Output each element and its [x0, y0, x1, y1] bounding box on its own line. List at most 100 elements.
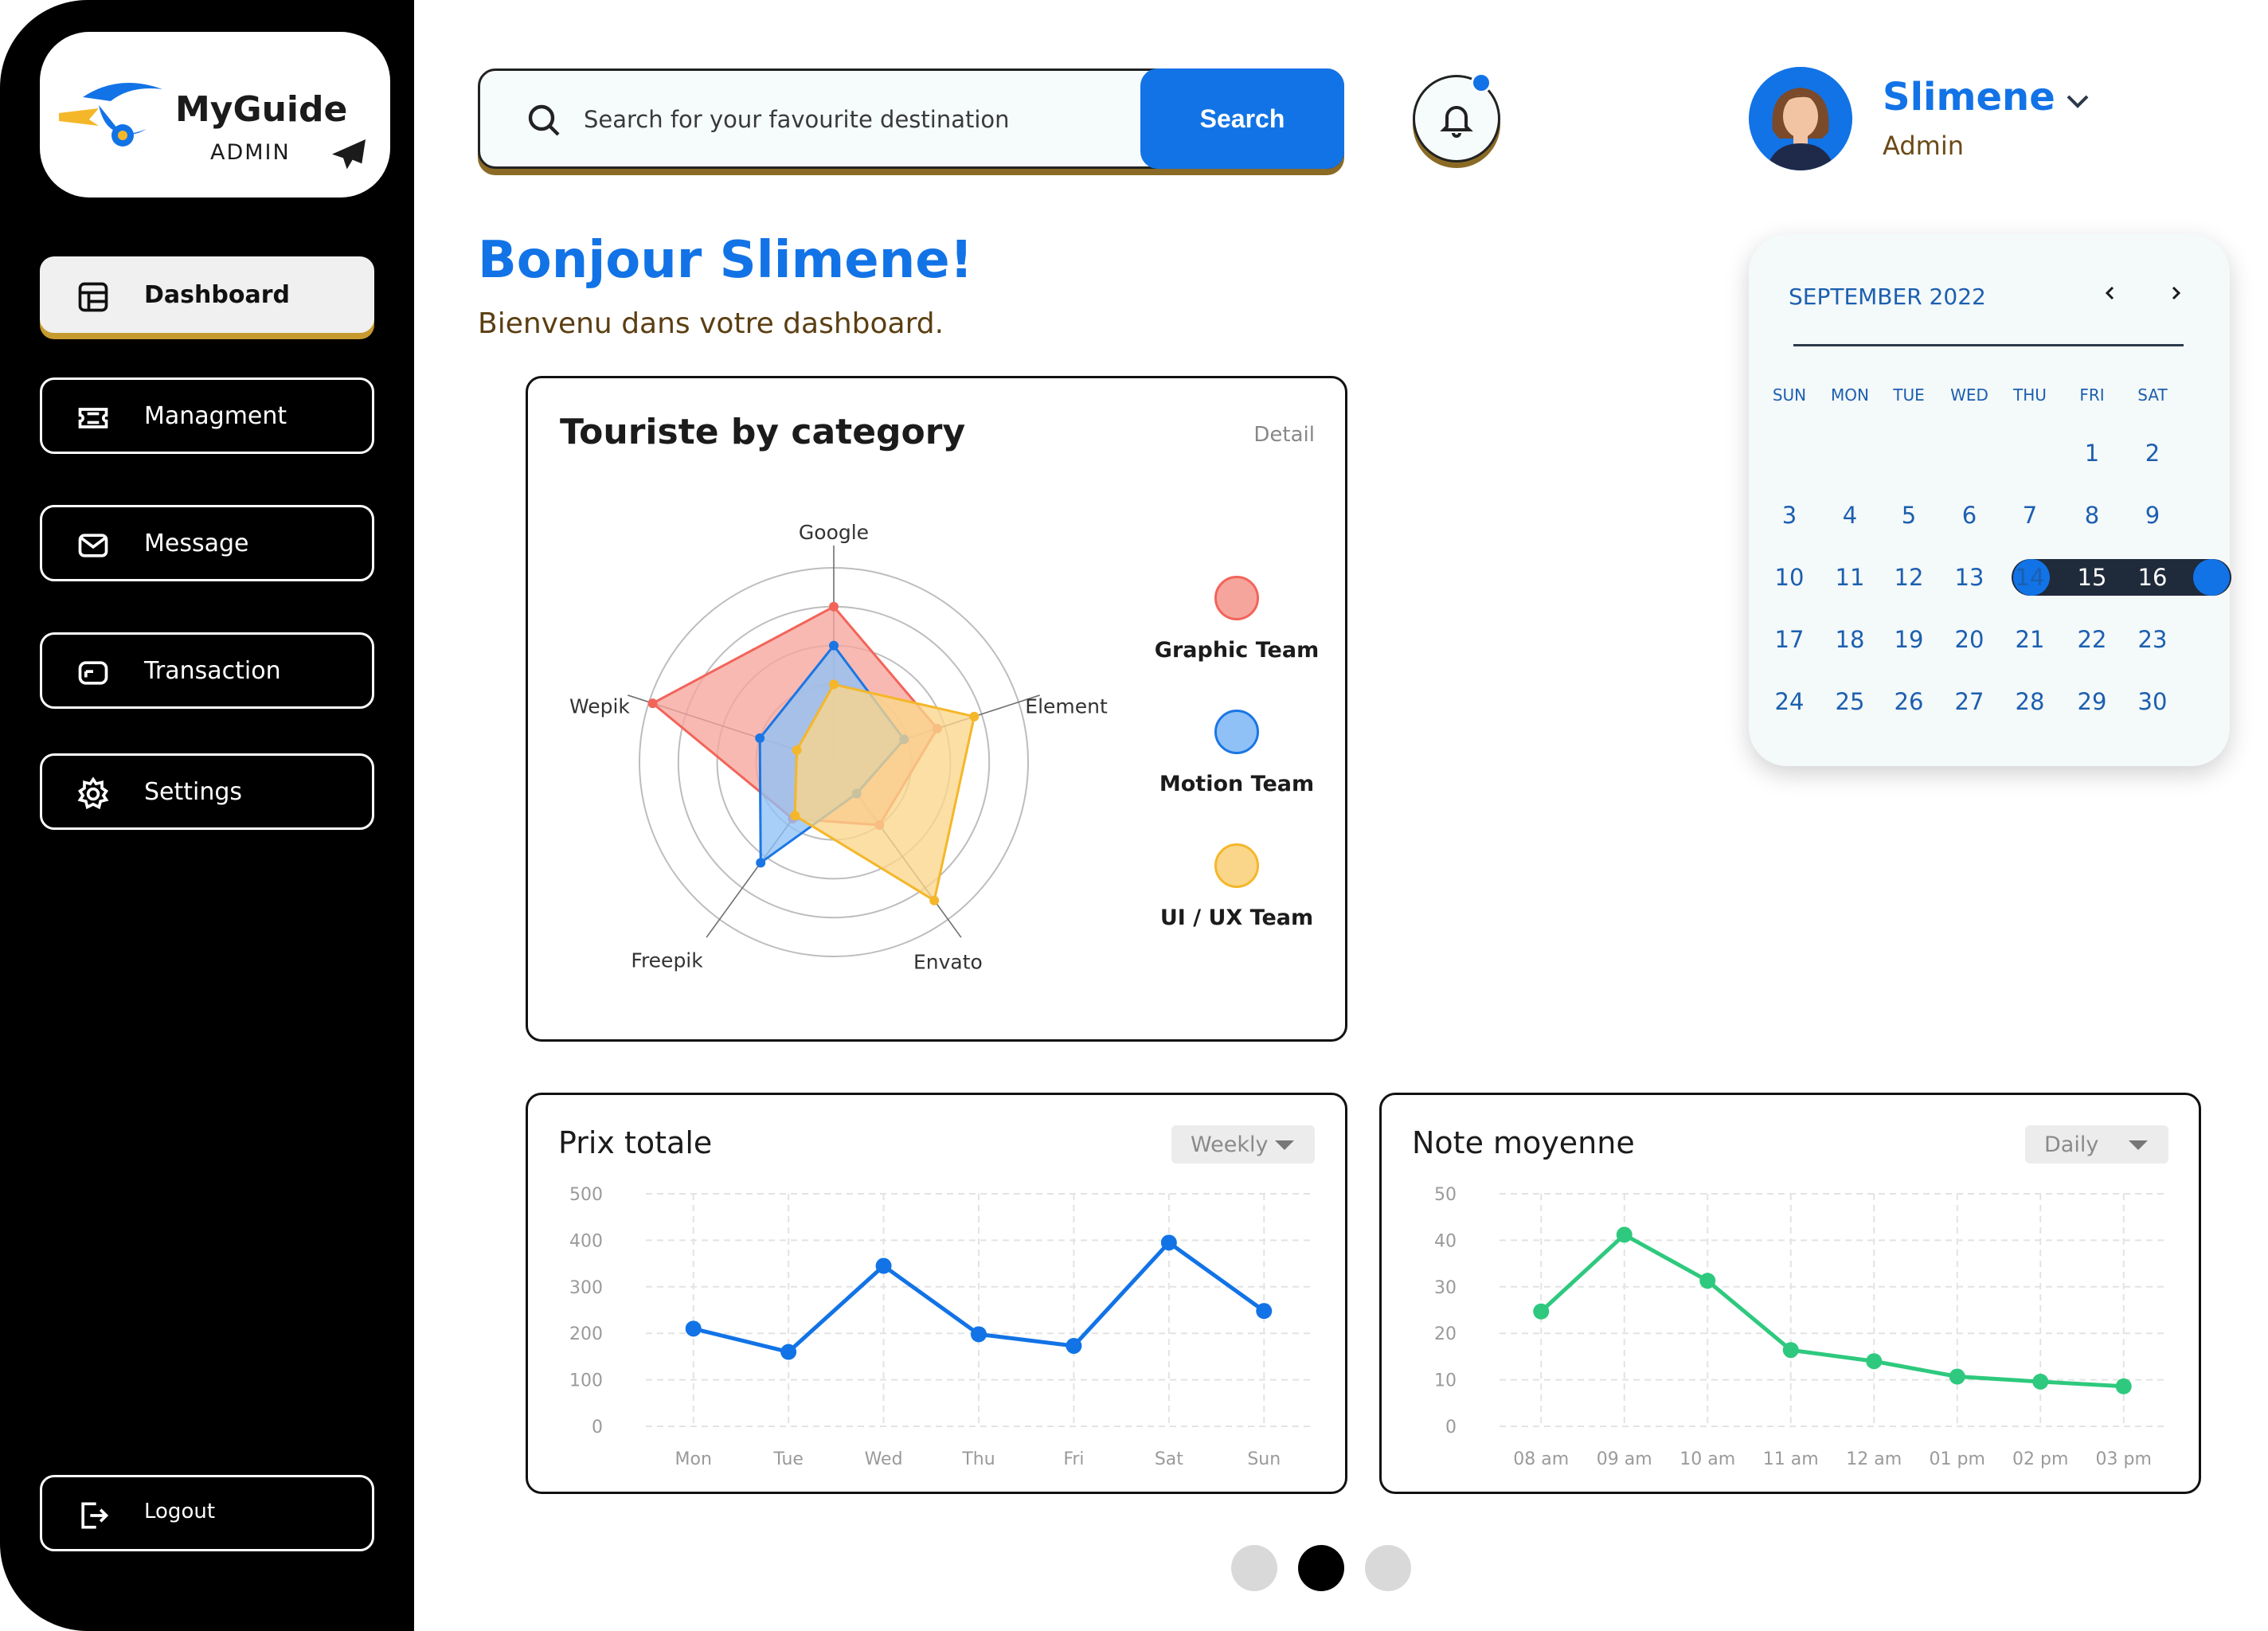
series-line [1539, 1232, 2124, 1389]
radar-point [756, 858, 766, 868]
radar-point [829, 640, 839, 651]
pagination-dot[interactable] [1231, 1545, 1277, 1591]
calendar-day[interactable]: 16 [2125, 564, 2180, 591]
radar-point [969, 711, 980, 722]
radar-point [929, 895, 940, 905]
calendar-day[interactable]: 13 [1941, 564, 1997, 591]
calendar-weekday: THU [2013, 385, 2047, 405]
search-input[interactable] [584, 98, 1093, 141]
chevron-right-icon[interactable] [2164, 282, 2187, 304]
chevron-down-icon[interactable] [2064, 92, 2091, 110]
y-tick-label: 300 [569, 1278, 603, 1298]
legend-label: UI / UX Team [1159, 905, 1314, 930]
calendar-day[interactable]: 22 [2064, 626, 2120, 653]
search-bar: Search [478, 68, 1344, 169]
calendar-day[interactable]: 29 [2064, 688, 2120, 715]
calendar-weekday: SUN [1772, 385, 1807, 405]
detail-link[interactable]: Detail [1253, 423, 1315, 447]
y-tick-label: 500 [569, 1185, 603, 1205]
calendar-day[interactable]: 12 [1881, 564, 1937, 591]
calendar-day[interactable]: 17 [1762, 626, 1817, 653]
mail-icon [78, 534, 108, 557]
price-line-chart: 0 100 200 300 400 500 Mon Tue Wed Thu Fri Sat Sun [569, 1185, 1312, 1469]
radar-category-label: Google [799, 521, 869, 544]
airplane-icon [332, 139, 366, 170]
calendar-widget: SEPTEMBER 2022 SUN MON TUE WED THU FRI SAT 1 2 3 4… [1749, 234, 2231, 766]
calendar-day[interactable]: 2 [2125, 440, 2180, 467]
calendar-day[interactable]: 18 [1822, 626, 1878, 653]
calendar-day[interactable]: 25 [1822, 688, 1878, 715]
page-title: Bonjour Slimene! [478, 231, 973, 290]
calendar-day[interactable]: 15 [2064, 564, 2120, 591]
data-point [1066, 1337, 1082, 1354]
calendar-day[interactable]: 3 [1762, 502, 1817, 529]
x-tick-label: 12 am [1846, 1449, 1902, 1469]
user-name[interactable]: Slimene [1883, 75, 2055, 119]
sidebar-item-transaction[interactable]: Transaction [40, 632, 374, 709]
data-point [2115, 1378, 2132, 1394]
calendar-day[interactable]: 21 [2002, 626, 2058, 653]
page-subtitle: Bienvenu dans votre dashboard. [478, 307, 944, 340]
data-point [1533, 1303, 1550, 1320]
calendar-day[interactable]: 7 [2002, 502, 2058, 529]
x-tick-label: 03 pm [2096, 1449, 2152, 1469]
price-chart-card: Prix totale Weekly 0 100 200 300 400 500 Mon Tu… [526, 1093, 1347, 1494]
y-tick-label: 10 [1434, 1371, 1457, 1391]
calendar-day[interactable]: 8 [2064, 502, 2120, 529]
avatar[interactable] [1749, 67, 1852, 170]
logout-button[interactable]: Logout [40, 1475, 374, 1551]
pagination-dot[interactable] [1298, 1545, 1344, 1591]
x-tick-label: Sat [1155, 1449, 1183, 1469]
y-tick-label: 40 [1434, 1231, 1457, 1251]
brand-name: MyGuide [175, 89, 348, 130]
x-tick-label: 11 am [1763, 1449, 1819, 1469]
calendar-day[interactable]: 28 [2002, 688, 2058, 715]
calendar-day[interactable]: 14 [2002, 564, 2058, 591]
user-portrait-icon [1749, 67, 1852, 170]
radar-point [647, 698, 658, 709]
calendar-day[interactable]: 20 [1941, 626, 1997, 653]
pagination-dot[interactable] [1365, 1545, 1411, 1591]
calendar-day[interactable]: 9 [2125, 502, 2180, 529]
calendar-day[interactable]: 1 [2064, 440, 2120, 467]
sidebar-item-label: Settings [144, 778, 243, 806]
calendar-month-label: SEPTEMBER 2022 [1789, 284, 1986, 310]
calendar-day[interactable]: 23 [2125, 626, 2180, 653]
sidebar-item-settings[interactable]: Settings [40, 753, 374, 830]
sidebar-item-label: Dashboard [144, 281, 290, 309]
legend-swatch [1214, 710, 1259, 754]
search-button[interactable]: Search [1140, 68, 1344, 169]
calendar-day[interactable]: 30 [2125, 688, 2180, 715]
calendar-day[interactable]: 6 [1941, 502, 1997, 529]
data-point [1782, 1342, 1799, 1359]
calendar-day[interactable]: 10 [1762, 564, 1817, 591]
calendar-weekday: MON [1831, 385, 1869, 405]
sidebar-item-label: Managment [144, 402, 287, 430]
radar-point [829, 601, 839, 612]
radar-chart-card: Touriste by category Detail Google Elemen… [526, 376, 1347, 1042]
calendar-day[interactable]: 26 [1881, 688, 1937, 715]
chevron-left-icon[interactable] [2099, 282, 2121, 304]
calendar-day[interactable]: 4 [1822, 502, 1878, 529]
radar-chart: Google Element Envato Freepik Wepik [569, 521, 1108, 973]
brand-subtitle: ADMIN [210, 140, 291, 165]
legend-item-graphic-team: Graphic Team [1141, 576, 1332, 663]
data-point [1866, 1353, 1883, 1370]
card-icon [78, 661, 108, 685]
y-tick-label: 50 [1434, 1185, 1457, 1205]
calendar-day[interactable]: 11 [1822, 564, 1878, 591]
calendar-day[interactable]: 5 [1881, 502, 1937, 529]
radar-category-label: Freepik [631, 948, 703, 972]
legend-label: Graphic Team [1154, 638, 1320, 663]
data-point [685, 1320, 702, 1337]
sidebar-item-dashboard[interactable]: Dashboard [40, 256, 374, 333]
calendar-day[interactable]: 19 [1881, 626, 1937, 653]
calendar-day[interactable]: 24 [1762, 688, 1817, 715]
calendar-day[interactable]: 27 [1941, 688, 1997, 715]
y-tick-label: 20 [1434, 1324, 1457, 1344]
sidebar-item-message[interactable]: Message [40, 505, 374, 581]
gear-icon [77, 776, 109, 810]
sidebar-item-managment[interactable]: Managment [40, 377, 374, 454]
notification-button[interactable] [1413, 72, 1500, 162]
calendar-weekday: SAT [2137, 385, 2168, 405]
